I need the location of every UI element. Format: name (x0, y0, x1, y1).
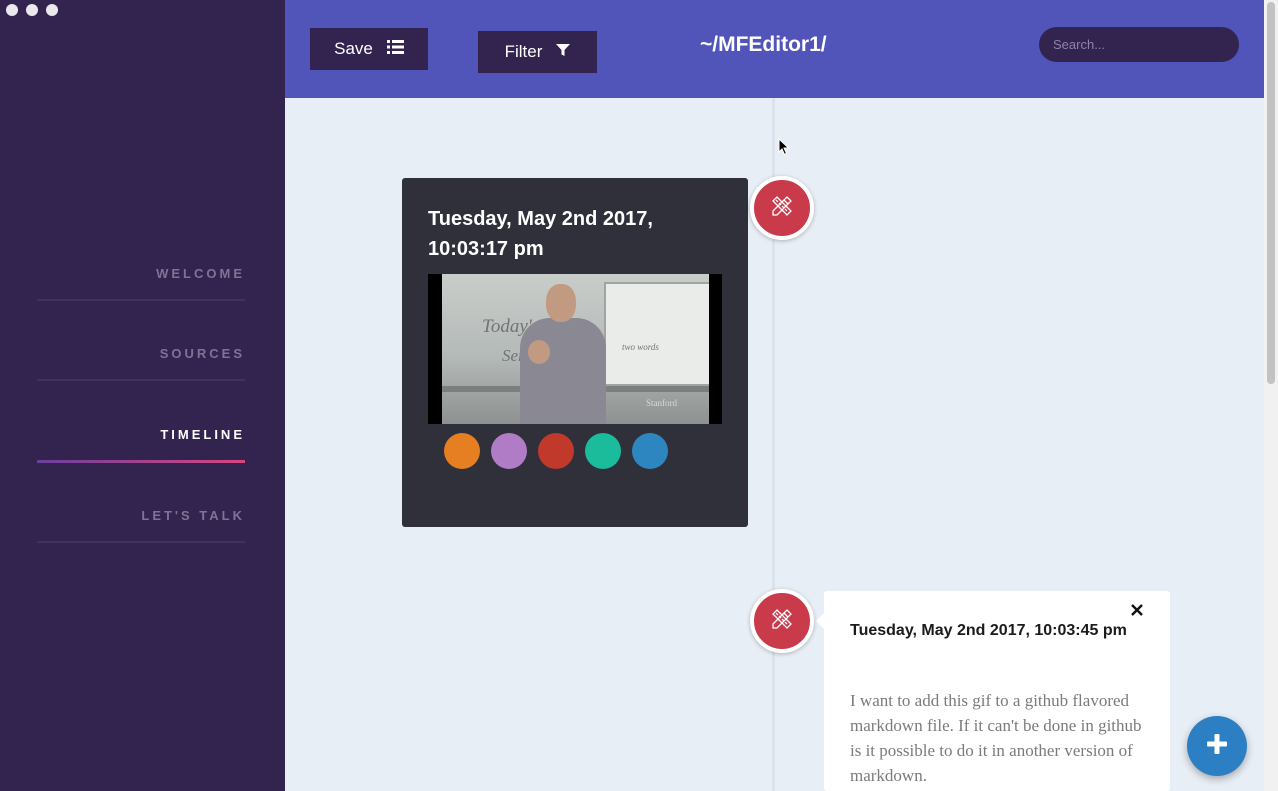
save-button-label: Save (334, 39, 373, 58)
save-button[interactable]: Save (310, 28, 428, 70)
entry-gif-image: Today's Series two words Stanford (428, 274, 722, 424)
swatch-red[interactable] (538, 433, 574, 469)
whiteboard (604, 282, 709, 386)
sidebar-item-timeline[interactable]: TIMELINE (37, 427, 245, 463)
sidebar-item-label: TIMELINE (160, 427, 245, 442)
add-entry-button[interactable] (1187, 716, 1247, 776)
sidebar-item-label: WELCOME (156, 266, 245, 281)
entry-date: Tuesday, May 2nd 2017, 10:03:45 pm (850, 622, 1127, 639)
color-swatches (444, 433, 668, 469)
sidebar-item-welcome[interactable]: WELCOME (37, 266, 245, 301)
entry-date: Tuesday, May 2nd 2017, 10:03:17 pm (428, 208, 653, 260)
window-controls (6, 4, 58, 16)
plus-icon (1206, 733, 1228, 760)
scrollbar-thumb[interactable] (1267, 2, 1275, 384)
filter-button-label: Filter (504, 42, 543, 61)
sidebar-item-label: SOURCES (159, 346, 245, 361)
minimize-window-dot[interactable] (26, 4, 38, 16)
timeline-node[interactable] (750, 176, 814, 240)
search-input[interactable] (1039, 27, 1239, 62)
page-title: ~/MFEditor1/ (700, 33, 827, 56)
edit-tools-icon (770, 194, 794, 223)
funnel-icon (556, 42, 571, 62)
filter-button[interactable]: Filter (478, 31, 597, 73)
swatch-blue[interactable] (632, 433, 668, 469)
sidebar-item-label: LET'S TALK (141, 508, 245, 523)
sidebar-item-sources[interactable]: SOURCES (37, 346, 245, 381)
sidebar-item-lets-talk[interactable]: LET'S TALK (37, 508, 245, 543)
swatch-orange[interactable] (444, 433, 480, 469)
timeline-entry-card: Tuesday, May 2nd 2017, 10:03:17 pm Today… (402, 178, 748, 527)
speaker-hand (528, 340, 550, 364)
video-watermark: Stanford (646, 398, 677, 408)
scrollbar-track[interactable] (1264, 0, 1278, 791)
close-window-dot[interactable] (6, 4, 18, 16)
swatch-teal[interactable] (585, 433, 621, 469)
edit-tools-icon (770, 607, 794, 636)
maximize-window-dot[interactable] (46, 4, 58, 16)
sidebar-item-divider (37, 541, 245, 543)
sidebar: WELCOME SOURCES TIMELINE LET'S TALK (0, 0, 285, 791)
sidebar-item-divider (37, 379, 245, 381)
speaker-head (546, 284, 576, 322)
entry-body-text: I want to add this gif to a github flavo… (850, 691, 1142, 785)
video-frame: Today's Series two words Stanford (442, 274, 709, 424)
swatch-purple[interactable] (491, 433, 527, 469)
mouse-cursor-icon (778, 137, 790, 161)
list-icon (386, 39, 404, 59)
sidebar-item-active-indicator (37, 460, 245, 463)
whiteboard-note: two words (622, 342, 659, 352)
card-pointer (816, 613, 824, 629)
timeline-entry-card: Tuesday, May 2nd 2017, 10:03:45 pm I wan… (824, 591, 1170, 791)
sidebar-item-divider (37, 299, 245, 301)
timeline-node[interactable] (750, 589, 814, 653)
header-bar: Save Filter ~/MFEditor1/ (285, 0, 1264, 98)
speaker-body (520, 318, 606, 424)
